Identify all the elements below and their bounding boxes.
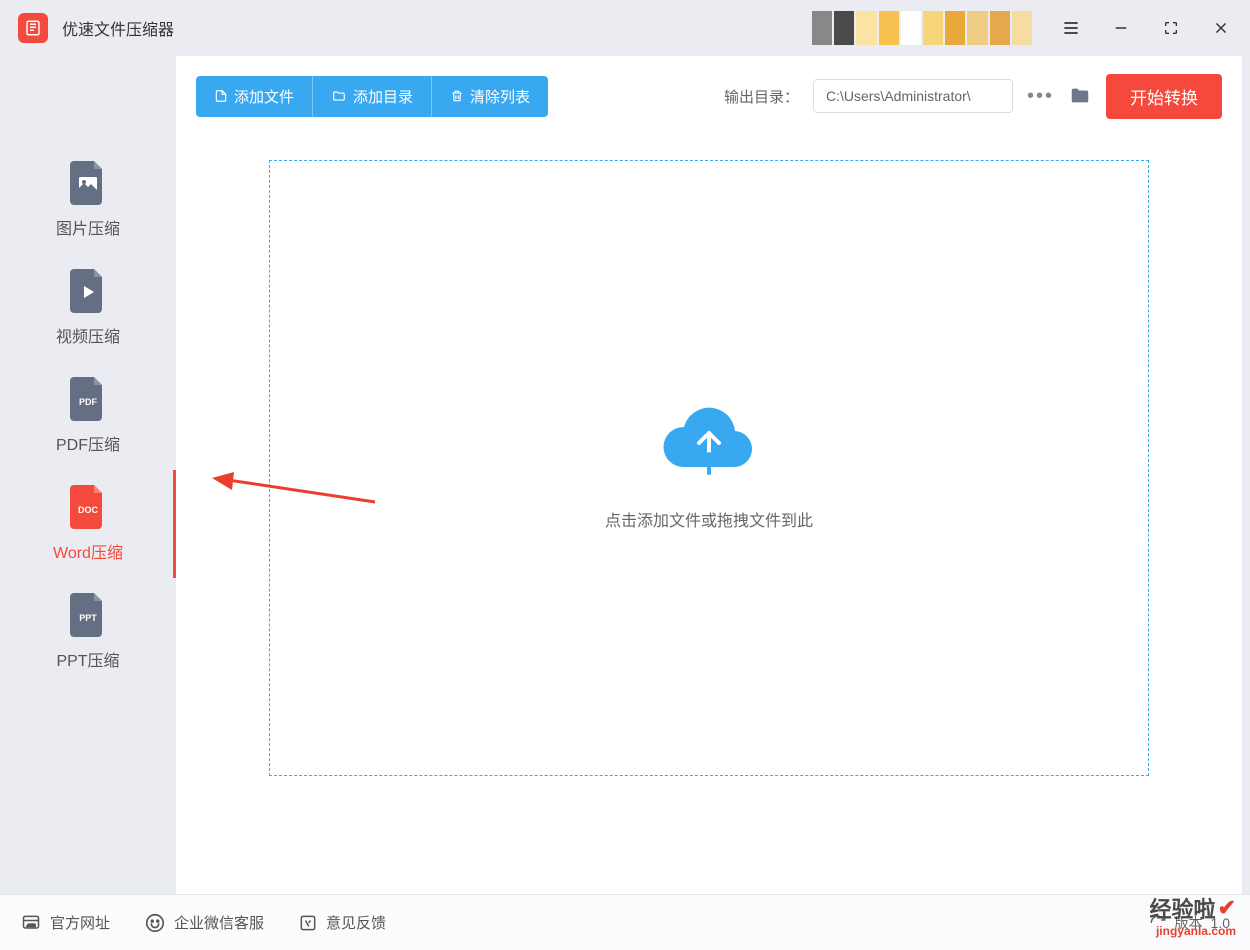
- sidebar-item-label: PPT压缩: [56, 647, 119, 671]
- official-site-link[interactable]: .com 官方网址: [20, 912, 110, 933]
- sidebar-item-ppt-compress[interactable]: PPT PPT压缩: [0, 578, 176, 686]
- start-convert-button[interactable]: 开始转换: [1106, 74, 1222, 119]
- drop-zone[interactable]: 点击添加文件或拖拽文件到此: [269, 160, 1149, 776]
- app-logo-icon: [18, 13, 48, 43]
- app-title: 优速文件压缩器: [62, 16, 174, 40]
- add-file-button[interactable]: 添加文件: [196, 76, 312, 117]
- main-area: 图片压缩 视频压缩 PDF PDF压缩 DOC Word压缩 PPT PPT压缩: [0, 56, 1250, 894]
- sidebar-item-label: PDF压缩: [56, 431, 120, 455]
- button-label: 添加文件: [234, 86, 294, 107]
- footer-label: 企业微信客服: [174, 912, 264, 933]
- feedback-icon: [298, 913, 318, 933]
- pdf-file-icon: PDF: [70, 377, 106, 421]
- ppt-file-icon: PPT: [70, 593, 106, 637]
- svg-text:PDF: PDF: [79, 397, 98, 407]
- sidebar-item-label: 视频压缩: [56, 323, 120, 347]
- maximize-button[interactable]: [1160, 17, 1182, 39]
- user-banner-placeholder: [812, 11, 1032, 45]
- svg-text:DOC: DOC: [78, 505, 99, 515]
- minimize-button[interactable]: [1110, 17, 1132, 39]
- button-label: 清除列表: [470, 86, 530, 107]
- video-file-icon: [70, 269, 106, 313]
- drop-hint-text: 点击添加文件或拖拽文件到此: [605, 507, 813, 531]
- chat-support-icon: [144, 912, 166, 934]
- sidebar-item-label: Word压缩: [53, 539, 123, 563]
- open-folder-icon[interactable]: [1068, 85, 1092, 107]
- close-button[interactable]: [1210, 17, 1232, 39]
- footer-bar: .com 官方网址 企业微信客服 意见反馈 版本 1.0 经验啦✔ jingya…: [0, 894, 1250, 950]
- sidebar-item-video-compress[interactable]: 视频压缩: [0, 254, 176, 362]
- clear-list-button[interactable]: 清除列表: [431, 76, 548, 117]
- trash-icon: [450, 88, 464, 104]
- title-bar: 优速文件压缩器: [0, 0, 1250, 56]
- sidebar-item-pdf-compress[interactable]: PDF PDF压缩: [0, 362, 176, 470]
- drop-area-wrapper: 点击添加文件或拖拽文件到此: [196, 136, 1222, 894]
- image-file-icon: [70, 161, 106, 205]
- file-icon: [214, 88, 228, 104]
- content-panel: 添加文件 添加目录 清除列表 输出目录： C:\Users\Administra…: [176, 56, 1242, 894]
- version-label: 版本: [1175, 913, 1203, 933]
- doc-file-icon: DOC: [70, 485, 106, 529]
- wechat-support-link[interactable]: 企业微信客服: [144, 912, 264, 934]
- svg-text:PPT: PPT: [79, 613, 97, 623]
- toolbar: 添加文件 添加目录 清除列表 输出目录： C:\Users\Administra…: [196, 56, 1222, 136]
- sidebar: 图片压缩 视频压缩 PDF PDF压缩 DOC Word压缩 PPT PPT压缩: [0, 56, 176, 894]
- footer-label: 意见反馈: [326, 912, 386, 933]
- version-value: 1.0: [1211, 915, 1230, 931]
- sidebar-item-label: 图片压缩: [56, 215, 120, 239]
- button-label: 添加目录: [353, 86, 413, 107]
- add-folder-button[interactable]: 添加目录: [312, 76, 431, 117]
- upload-cloud-icon: [663, 405, 755, 475]
- browse-path-button[interactable]: •••: [1027, 85, 1054, 108]
- output-dir-label: 输出目录：: [724, 86, 799, 107]
- sidebar-item-image-compress[interactable]: 图片压缩: [0, 146, 176, 254]
- svg-text:.com: .com: [26, 922, 36, 927]
- folder-icon: [331, 89, 347, 103]
- refresh-icon[interactable]: [1149, 914, 1167, 932]
- website-icon: .com: [20, 913, 42, 933]
- output-path-field[interactable]: C:\Users\Administrator\: [813, 79, 1013, 113]
- footer-label: 官方网址: [50, 912, 110, 933]
- version-info: 版本 1.0: [1149, 913, 1230, 933]
- feedback-link[interactable]: 意见反馈: [298, 912, 386, 933]
- menu-icon[interactable]: [1060, 17, 1082, 39]
- sidebar-item-word-compress[interactable]: DOC Word压缩: [0, 470, 176, 578]
- action-button-group: 添加文件 添加目录 清除列表: [196, 76, 548, 117]
